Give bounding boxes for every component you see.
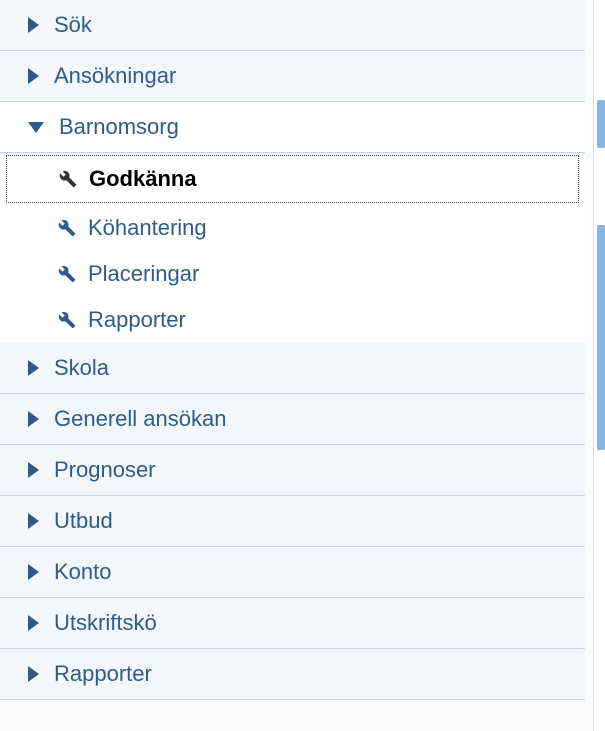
sub-label: Rapporter <box>88 307 186 333</box>
scroll-indicator <box>597 225 605 450</box>
nav-label: Utskriftskö <box>54 610 157 636</box>
nav-item-utskriftsko[interactable]: Utskriftskö <box>0 598 585 649</box>
wrench-icon <box>58 219 76 237</box>
nav-label: Ansökningar <box>54 63 176 89</box>
caret-right-icon <box>28 666 39 682</box>
sub-label: Köhantering <box>88 215 207 241</box>
nav-label: Barnomsorg <box>59 114 179 140</box>
sub-item-rapporter-barn[interactable]: Rapporter <box>0 297 585 343</box>
sub-item-godkanna[interactable]: Godkänna <box>6 155 579 203</box>
nav-item-prognoser[interactable]: Prognoser <box>0 445 585 496</box>
scroll-indicator <box>597 100 605 148</box>
caret-right-icon <box>28 360 39 376</box>
sub-items-barnomsorg: Godkänna Köhantering Placeringar Rapport… <box>0 155 585 343</box>
nav-label: Rapporter <box>54 661 152 687</box>
nav-item-konto[interactable]: Konto <box>0 547 585 598</box>
sub-item-placeringar[interactable]: Placeringar <box>0 251 585 297</box>
sub-label: Placeringar <box>88 261 199 287</box>
caret-right-icon <box>28 68 39 84</box>
caret-down-icon <box>28 122 44 133</box>
nav-item-sok[interactable]: Sök <box>0 0 585 51</box>
navigation-panel: Sök Ansökningar Barnomsorg Godkänna Köha… <box>0 0 585 700</box>
wrench-icon <box>59 170 77 188</box>
nav-item-skola[interactable]: Skola <box>0 343 585 394</box>
nav-item-rapporter[interactable]: Rapporter <box>0 649 585 700</box>
nav-label: Utbud <box>54 508 113 534</box>
nav-item-barnomsorg[interactable]: Barnomsorg <box>0 102 585 153</box>
caret-right-icon <box>28 462 39 478</box>
wrench-icon <box>58 311 76 329</box>
nav-label: Generell ansökan <box>54 406 226 432</box>
nav-label: Sök <box>54 12 92 38</box>
sub-item-kohantering[interactable]: Köhantering <box>0 205 585 251</box>
nav-item-utbud[interactable]: Utbud <box>0 496 585 547</box>
caret-right-icon <box>28 615 39 631</box>
nav-label: Skola <box>54 355 109 381</box>
caret-right-icon <box>28 17 39 33</box>
caret-right-icon <box>28 411 39 427</box>
nav-label: Prognoser <box>54 457 156 483</box>
right-strip <box>593 0 605 731</box>
caret-right-icon <box>28 513 39 529</box>
nav-label: Konto <box>54 559 112 585</box>
sub-label: Godkänna <box>89 166 197 192</box>
nav-item-ansokningar[interactable]: Ansökningar <box>0 51 585 102</box>
caret-right-icon <box>28 564 39 580</box>
nav-item-generell-ansokan[interactable]: Generell ansökan <box>0 394 585 445</box>
wrench-icon <box>58 265 76 283</box>
